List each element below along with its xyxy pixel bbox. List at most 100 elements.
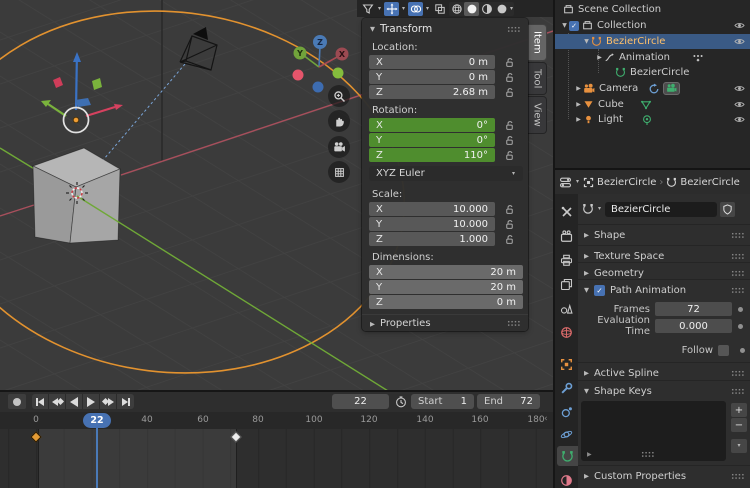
panel-grip-icon[interactable]: [731, 231, 744, 239]
tab-world[interactable]: [555, 322, 578, 342]
tab-view[interactable]: View: [528, 96, 547, 134]
follow-checkbox[interactable]: [718, 344, 729, 356]
lock-icon[interactable]: [504, 150, 515, 161]
breadcrumb-data[interactable]: BezierCircle: [680, 177, 739, 188]
lock-icon[interactable]: [504, 72, 515, 83]
object-type-visibility-button[interactable]: [360, 2, 375, 16]
shading-solid-button[interactable]: [464, 1, 480, 16]
show-gizmo-button[interactable]: [384, 1, 400, 16]
rotation-y-field[interactable]: Y 0°: [369, 133, 495, 147]
panel-grip-icon[interactable]: [507, 25, 520, 33]
3d-viewport[interactable]: ▾ ▾ ▾ ▾ Z Y X ▼ Transform Location: X 0 …: [0, 0, 553, 390]
expand-arrow-icon[interactable]: ▶: [574, 85, 583, 92]
animate-decorator-icon[interactable]: [740, 347, 745, 353]
eye-icon[interactable]: [734, 114, 745, 126]
location-z-field[interactable]: Z 2.68 m: [369, 85, 495, 99]
scale-z-field[interactable]: Z 1.000: [369, 232, 495, 246]
frames-field[interactable]: 72: [655, 302, 732, 316]
dimensions-y-field[interactable]: Y 20 m: [369, 280, 523, 294]
transform-panel-header[interactable]: ▼ Transform: [362, 21, 528, 37]
chevron-down-icon[interactable]: ▾: [378, 5, 381, 12]
tab-output[interactable]: [555, 250, 578, 270]
collapse-arrow-icon[interactable]: ‹: [544, 414, 548, 424]
fake-user-shield-button[interactable]: [720, 201, 736, 217]
location-y-field[interactable]: Y0 m: [369, 70, 495, 84]
mesh-data-icon[interactable]: [640, 99, 652, 111]
expand-arrow-icon[interactable]: ▶: [587, 451, 592, 458]
outliner-row-camera[interactable]: ▶ Camera: [555, 81, 750, 96]
dimensions-x-field[interactable]: X 20 m: [369, 265, 523, 279]
zoom-view-button[interactable]: [328, 85, 350, 107]
play-reverse-button[interactable]: [66, 394, 83, 409]
editor-divider[interactable]: [553, 0, 555, 488]
tab-physics[interactable]: [555, 402, 578, 422]
expand-arrow-icon[interactable]: ▶: [574, 101, 583, 108]
tab-scene[interactable]: [555, 298, 578, 318]
panel-grip-icon[interactable]: [731, 369, 744, 377]
resize-grip-icon[interactable]: [641, 451, 654, 458]
eye-icon[interactable]: [734, 99, 745, 111]
rotation-mode-dropdown[interactable]: XYZ Euler ▾: [369, 166, 523, 181]
use-preview-range-button[interactable]: [392, 394, 409, 409]
panel-grip-icon[interactable]: [731, 387, 744, 395]
properties-editor[interactable]: ▾ BezierCircle › BezierCircle ▾ BezierCi…: [555, 168, 750, 488]
data-name-field[interactable]: BezierCircle: [605, 201, 718, 217]
collection-checkbox[interactable]: ✓: [569, 20, 579, 31]
shape-keys-list[interactable]: ▶: [581, 401, 726, 461]
panel-shape[interactable]: ▶ Shape: [578, 228, 750, 242]
lock-icon[interactable]: [504, 57, 515, 68]
expand-arrow-icon[interactable]: ▶: [595, 54, 604, 61]
shape-key-specials-button[interactable]: ▾: [731, 439, 747, 453]
tab-tool[interactable]: [555, 202, 578, 222]
panel-grip-icon[interactable]: [731, 252, 744, 260]
lock-icon[interactable]: [504, 234, 515, 245]
tab-modifiers[interactable]: [555, 378, 578, 398]
jump-to-start-button[interactable]: [32, 394, 49, 409]
panel-grip-icon[interactable]: [731, 472, 744, 480]
eye-icon[interactable]: [734, 83, 745, 95]
animate-decorator-icon[interactable]: [738, 306, 743, 312]
scale-y-field[interactable]: Y 10.000: [369, 217, 495, 231]
tab-object-data[interactable]: [557, 446, 578, 466]
jump-to-end-button[interactable]: [117, 394, 134, 409]
panel-active-spline[interactable]: ▶ Active Spline: [578, 366, 750, 380]
evaluation-time-field[interactable]: 0.000: [655, 319, 732, 333]
properties-subpanel-header[interactable]: ▶ Properties: [362, 314, 528, 331]
tab-view-layer[interactable]: [555, 274, 578, 294]
animate-decorator-icon[interactable]: [738, 323, 743, 329]
lock-icon[interactable]: [504, 204, 515, 215]
lock-icon[interactable]: [504, 219, 515, 230]
lock-icon[interactable]: [504, 87, 515, 98]
panel-grip-icon[interactable]: [731, 286, 744, 294]
frame-start-field[interactable]: Start 1: [411, 394, 474, 409]
expand-arrow-icon[interactable]: ▼: [582, 38, 591, 45]
timeline-dopesheet-area[interactable]: [0, 429, 553, 488]
breadcrumb-object[interactable]: BezierCircle: [597, 177, 656, 188]
panel-grip-icon[interactable]: [507, 320, 520, 327]
location-x-field[interactable]: X0 m: [369, 55, 495, 69]
chevron-down-icon[interactable]: ▾: [576, 179, 579, 185]
remove-shape-key-button[interactable]: −: [731, 418, 747, 432]
frame-end-field[interactable]: End 72: [477, 394, 540, 409]
panel-shape-keys[interactable]: ▼ Shape Keys: [578, 384, 750, 398]
shading-material-button[interactable]: [479, 2, 494, 16]
outliner-row-animation[interactable]: ▶ Animation: [555, 50, 750, 65]
expand-arrow-icon[interactable]: ▶: [574, 116, 583, 123]
outliner-row-light[interactable]: ▶ Light: [555, 112, 750, 127]
current-frame-badge[interactable]: 22: [83, 413, 111, 428]
tab-render[interactable]: [555, 226, 578, 246]
chevron-down-icon[interactable]: ▾: [510, 5, 513, 12]
lock-icon[interactable]: [504, 120, 515, 131]
rotation-x-field[interactable]: X 0°: [369, 118, 495, 132]
prev-keyframe-button[interactable]: [49, 394, 66, 409]
auto-keying-record-button[interactable]: [8, 394, 26, 409]
panel-grip-icon[interactable]: [731, 269, 744, 277]
chevron-down-icon[interactable]: ▾: [426, 5, 429, 12]
eye-icon[interactable]: [734, 20, 745, 32]
outliner-row-beziercircle-object[interactable]: ▼ BezierCircle: [555, 34, 750, 49]
panel-custom-properties[interactable]: ▶ Custom Properties: [578, 469, 750, 483]
constraint-icon[interactable]: [648, 83, 660, 95]
shading-wireframe-button[interactable]: [449, 2, 464, 16]
expand-arrow-icon[interactable]: ▼: [560, 22, 569, 29]
tab-tool[interactable]: Tool: [528, 61, 547, 96]
